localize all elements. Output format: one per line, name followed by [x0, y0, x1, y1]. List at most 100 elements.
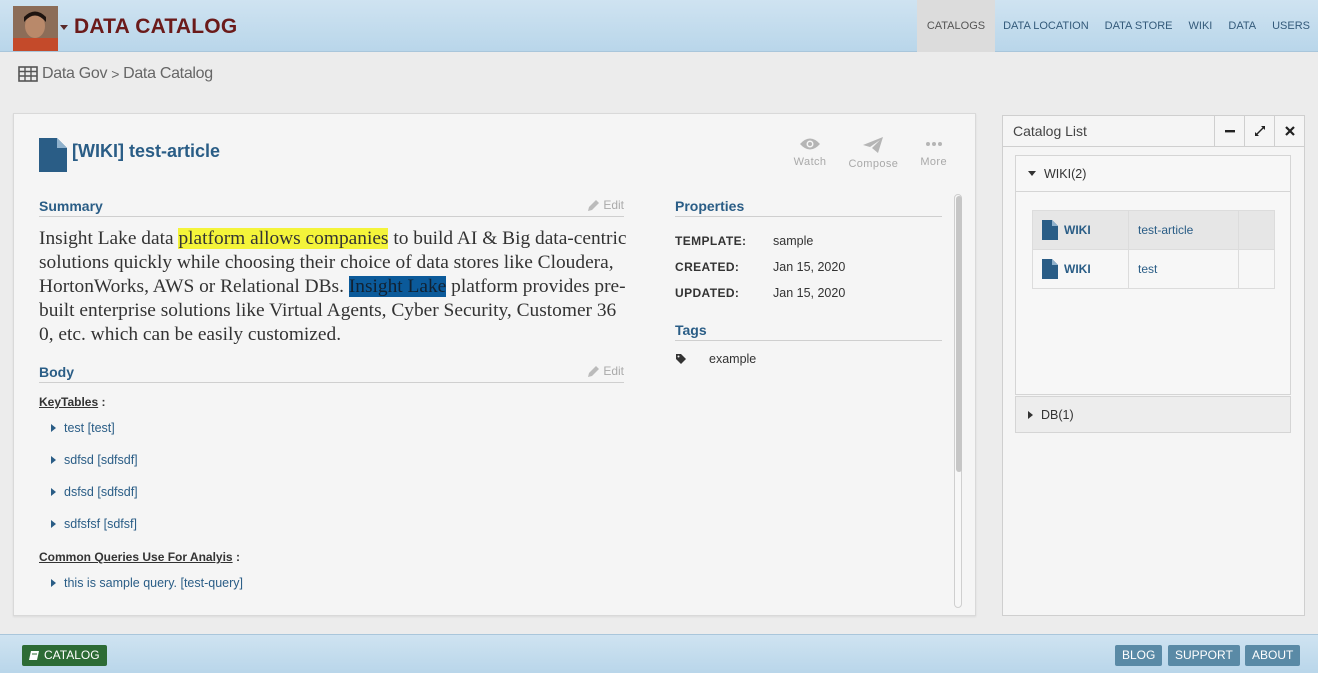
breadcrumb-separator: > — [111, 66, 120, 82]
eye-icon — [800, 138, 821, 150]
document-icon — [1042, 259, 1058, 279]
panel-scrollbar-thumb[interactable] — [956, 196, 962, 472]
breadcrumb-root[interactable]: Data Gov — [42, 65, 107, 83]
tag-label[interactable]: example — [709, 352, 756, 366]
summary-highlight-2: Insight Lake — [348, 276, 447, 297]
property-value: sample — [773, 234, 814, 248]
property-updated: UPDATED: Jan 15, 2020 — [675, 286, 845, 300]
key-table-item[interactable]: sdfsd [sdfsdf] — [51, 453, 138, 467]
catalog-button-label: CATALOG — [44, 648, 100, 662]
tags-heading-text: Tags — [675, 322, 707, 338]
catalog-list-header: Catalog List — [1003, 116, 1304, 147]
property-template: TEMPLATE: sample — [675, 234, 813, 248]
app-brand[interactable]: DATA CATALOG — [74, 15, 237, 39]
table-row[interactable]: WIKI test — [1032, 249, 1275, 289]
catalog-group-label: DB(1) — [1041, 408, 1074, 422]
catalog-name-cell[interactable]: test-article — [1128, 210, 1239, 250]
watch-button[interactable]: Watch — [794, 136, 827, 170]
key-tables-label: KeyTables : — [39, 395, 106, 409]
nav-wiki[interactable]: WIKI — [1181, 0, 1221, 52]
catalog-type-cell: WIKI — [1032, 249, 1129, 289]
key-table-item[interactable]: test [test] — [51, 421, 115, 435]
tags-heading: Tags — [675, 322, 942, 341]
summary-text-pre: Insight Lake data — [39, 228, 179, 249]
key-table-item-label[interactable]: sdfsfsf [sdfsf] — [64, 517, 137, 531]
key-table-item[interactable]: dsfsd [sdfsdf] — [51, 485, 138, 499]
caret-down-icon — [1028, 171, 1036, 176]
summary-edit-button[interactable]: Edit — [587, 198, 624, 212]
nav-data-location[interactable]: DATA LOCATION — [995, 0, 1097, 52]
key-table-item[interactable]: sdfsfsf [sdfsf] — [51, 517, 137, 531]
catalog-button[interactable]: CATALOG — [22, 645, 107, 666]
summary-heading-text: Summary — [39, 198, 103, 214]
breadcrumb: Data Gov > Data Catalog — [18, 65, 213, 83]
more-button[interactable]: More — [920, 136, 947, 170]
key-table-item-label[interactable]: sdfsd [sdfsdf] — [64, 453, 138, 467]
catalog-name-cell[interactable]: test — [1128, 249, 1239, 289]
catalog-group-label: WIKI(2) — [1044, 166, 1087, 181]
close-button[interactable] — [1274, 116, 1304, 146]
properties-heading-text: Properties — [675, 198, 745, 214]
queries-label: Common Queries Use For Analyis : — [39, 550, 240, 564]
watch-label: Watch — [793, 156, 827, 168]
key-tables-label-text: KeyTables — [39, 395, 99, 409]
support-button[interactable]: SUPPORT — [1168, 645, 1240, 666]
book-icon — [29, 651, 39, 660]
property-created: CREATED: Jan 15, 2020 — [675, 260, 845, 274]
ellipsis-icon — [925, 142, 942, 146]
summary-edit-label: Edit — [603, 198, 624, 212]
minus-icon — [1224, 130, 1235, 133]
catalog-group-header[interactable]: DB(1) — [1016, 397, 1290, 433]
catalog-name[interactable]: test — [1138, 262, 1157, 276]
catalog-group-header[interactable]: WIKI(2) — [1016, 156, 1290, 192]
catalog-list-title: Catalog List — [1013, 123, 1087, 139]
user-menu-caret-icon[interactable] — [60, 25, 68, 30]
table-row[interactable]: WIKI test-article — [1032, 210, 1275, 250]
article-actions: Watch Compose More — [794, 136, 947, 170]
caret-right-icon — [1028, 411, 1033, 419]
table-icon — [18, 66, 38, 82]
body-edit-button[interactable]: Edit — [587, 364, 624, 378]
expand-button[interactable] — [1244, 116, 1274, 146]
caret-right-icon — [51, 456, 56, 464]
body-edit-label: Edit — [603, 364, 624, 378]
nav-catalogs[interactable]: CATALOGS — [916, 0, 996, 52]
nav-users[interactable]: USERS — [1264, 0, 1318, 52]
document-icon — [39, 138, 67, 172]
caret-right-icon — [51, 488, 56, 496]
property-key: UPDATED: — [675, 286, 740, 300]
property-value: Jan 15, 2020 — [773, 260, 846, 274]
queries-label-text: Common Queries Use For Analyis — [39, 550, 233, 564]
catalog-list-panel: Catalog List WIKI(2) WIKI test-article W… — [1002, 115, 1305, 616]
nav-data-store[interactable]: DATA STORE — [1097, 0, 1181, 52]
caret-right-icon — [51, 424, 56, 432]
property-key: CREATED: — [675, 260, 740, 274]
summary-heading: Summary Edit — [39, 198, 624, 217]
catalog-group-wiki: WIKI(2) WIKI test-article WIKI test — [1015, 155, 1291, 395]
catalog-type[interactable]: WIKI — [1064, 262, 1091, 276]
about-button[interactable]: ABOUT — [1245, 645, 1301, 666]
compose-label: Compose — [848, 158, 899, 170]
caret-right-icon — [51, 520, 56, 528]
nav-data[interactable]: DATA — [1220, 0, 1264, 52]
query-item-label[interactable]: this is sample query. [test-query] — [64, 576, 243, 590]
properties-heading: Properties — [675, 198, 942, 217]
breadcrumb-current: Data Catalog — [123, 65, 213, 82]
tag-item[interactable]: example — [675, 352, 756, 366]
key-table-item-label[interactable]: dsfsd [sdfsdf] — [64, 485, 138, 499]
catalog-extra-cell — [1238, 249, 1275, 289]
catalog-extra-cell — [1238, 210, 1275, 250]
close-icon — [1284, 126, 1295, 136]
catalog-name[interactable]: test-article — [1138, 223, 1193, 237]
main-nav: CATALOGS DATA LOCATION DATA STORE WIKI D… — [916, 0, 1318, 52]
minimize-button[interactable] — [1214, 116, 1244, 146]
user-avatar[interactable] — [13, 6, 58, 51]
query-item[interactable]: this is sample query. [test-query] — [51, 576, 243, 590]
compose-button[interactable]: Compose — [848, 136, 898, 170]
property-value: Jan 15, 2020 — [773, 286, 846, 300]
key-table-item-label[interactable]: test [test] — [64, 421, 115, 435]
paper-plane-icon — [863, 137, 884, 153]
catalog-type[interactable]: WIKI — [1064, 223, 1091, 237]
blog-button[interactable]: BLOG — [1115, 645, 1163, 666]
body-heading: Body Edit — [39, 364, 624, 383]
